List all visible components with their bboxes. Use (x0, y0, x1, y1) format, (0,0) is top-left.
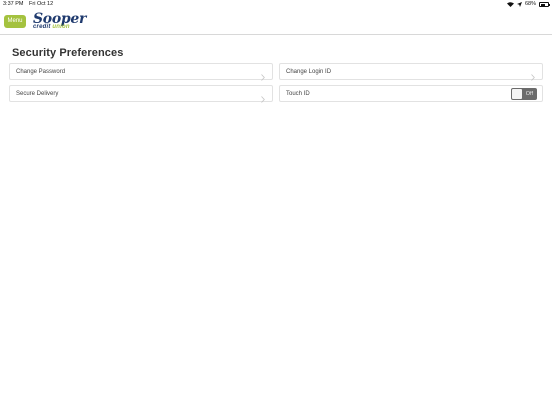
status-right: 68% (506, 0, 550, 9)
toggle-state-label: Off (525, 91, 533, 97)
pref-change-password[interactable]: Change Password (9, 63, 273, 81)
menu-button[interactable]: Menu (4, 15, 26, 28)
touch-id-toggle[interactable]: Off (511, 88, 537, 100)
pref-label: Secure Delivery (16, 90, 59, 97)
logo-tagline: credit union (33, 24, 70, 30)
chevron-right-icon (261, 90, 265, 108)
battery-fill (540, 3, 546, 6)
chevron-right-icon (261, 68, 265, 86)
logo-tagline-credit: credit (33, 24, 53, 30)
toggle-knob (512, 89, 522, 99)
pref-label: Touch ID (286, 90, 310, 97)
status-date: Fri Oct 12 (29, 1, 54, 7)
pref-secure-delivery[interactable]: Secure Delivery (9, 85, 273, 103)
status-bar: 3:37 PM Fri Oct 12 68% (0, 0, 552, 9)
app-header: Menu Sooper credit union (0, 9, 552, 35)
status-left: 3:37 PM Fri Oct 12 (3, 0, 57, 9)
sooper-logo[interactable]: Sooper credit union (31, 11, 86, 33)
pref-touch-id: Touch ID Off (279, 85, 543, 102)
pref-label: Change Password (16, 68, 66, 75)
battery-percent: 68% (524, 1, 536, 7)
location-icon (516, 2, 522, 7)
chevron-right-icon (531, 68, 535, 86)
wifi-icon (506, 2, 514, 7)
status-time: 3:37 PM (3, 1, 24, 7)
battery-icon (539, 2, 550, 7)
pref-change-login-id[interactable]: Change Login ID (279, 63, 543, 81)
page-title: Security Preferences (12, 47, 124, 59)
logo-tagline-union: union (52, 24, 70, 30)
pref-label: Change Login ID (286, 68, 332, 75)
